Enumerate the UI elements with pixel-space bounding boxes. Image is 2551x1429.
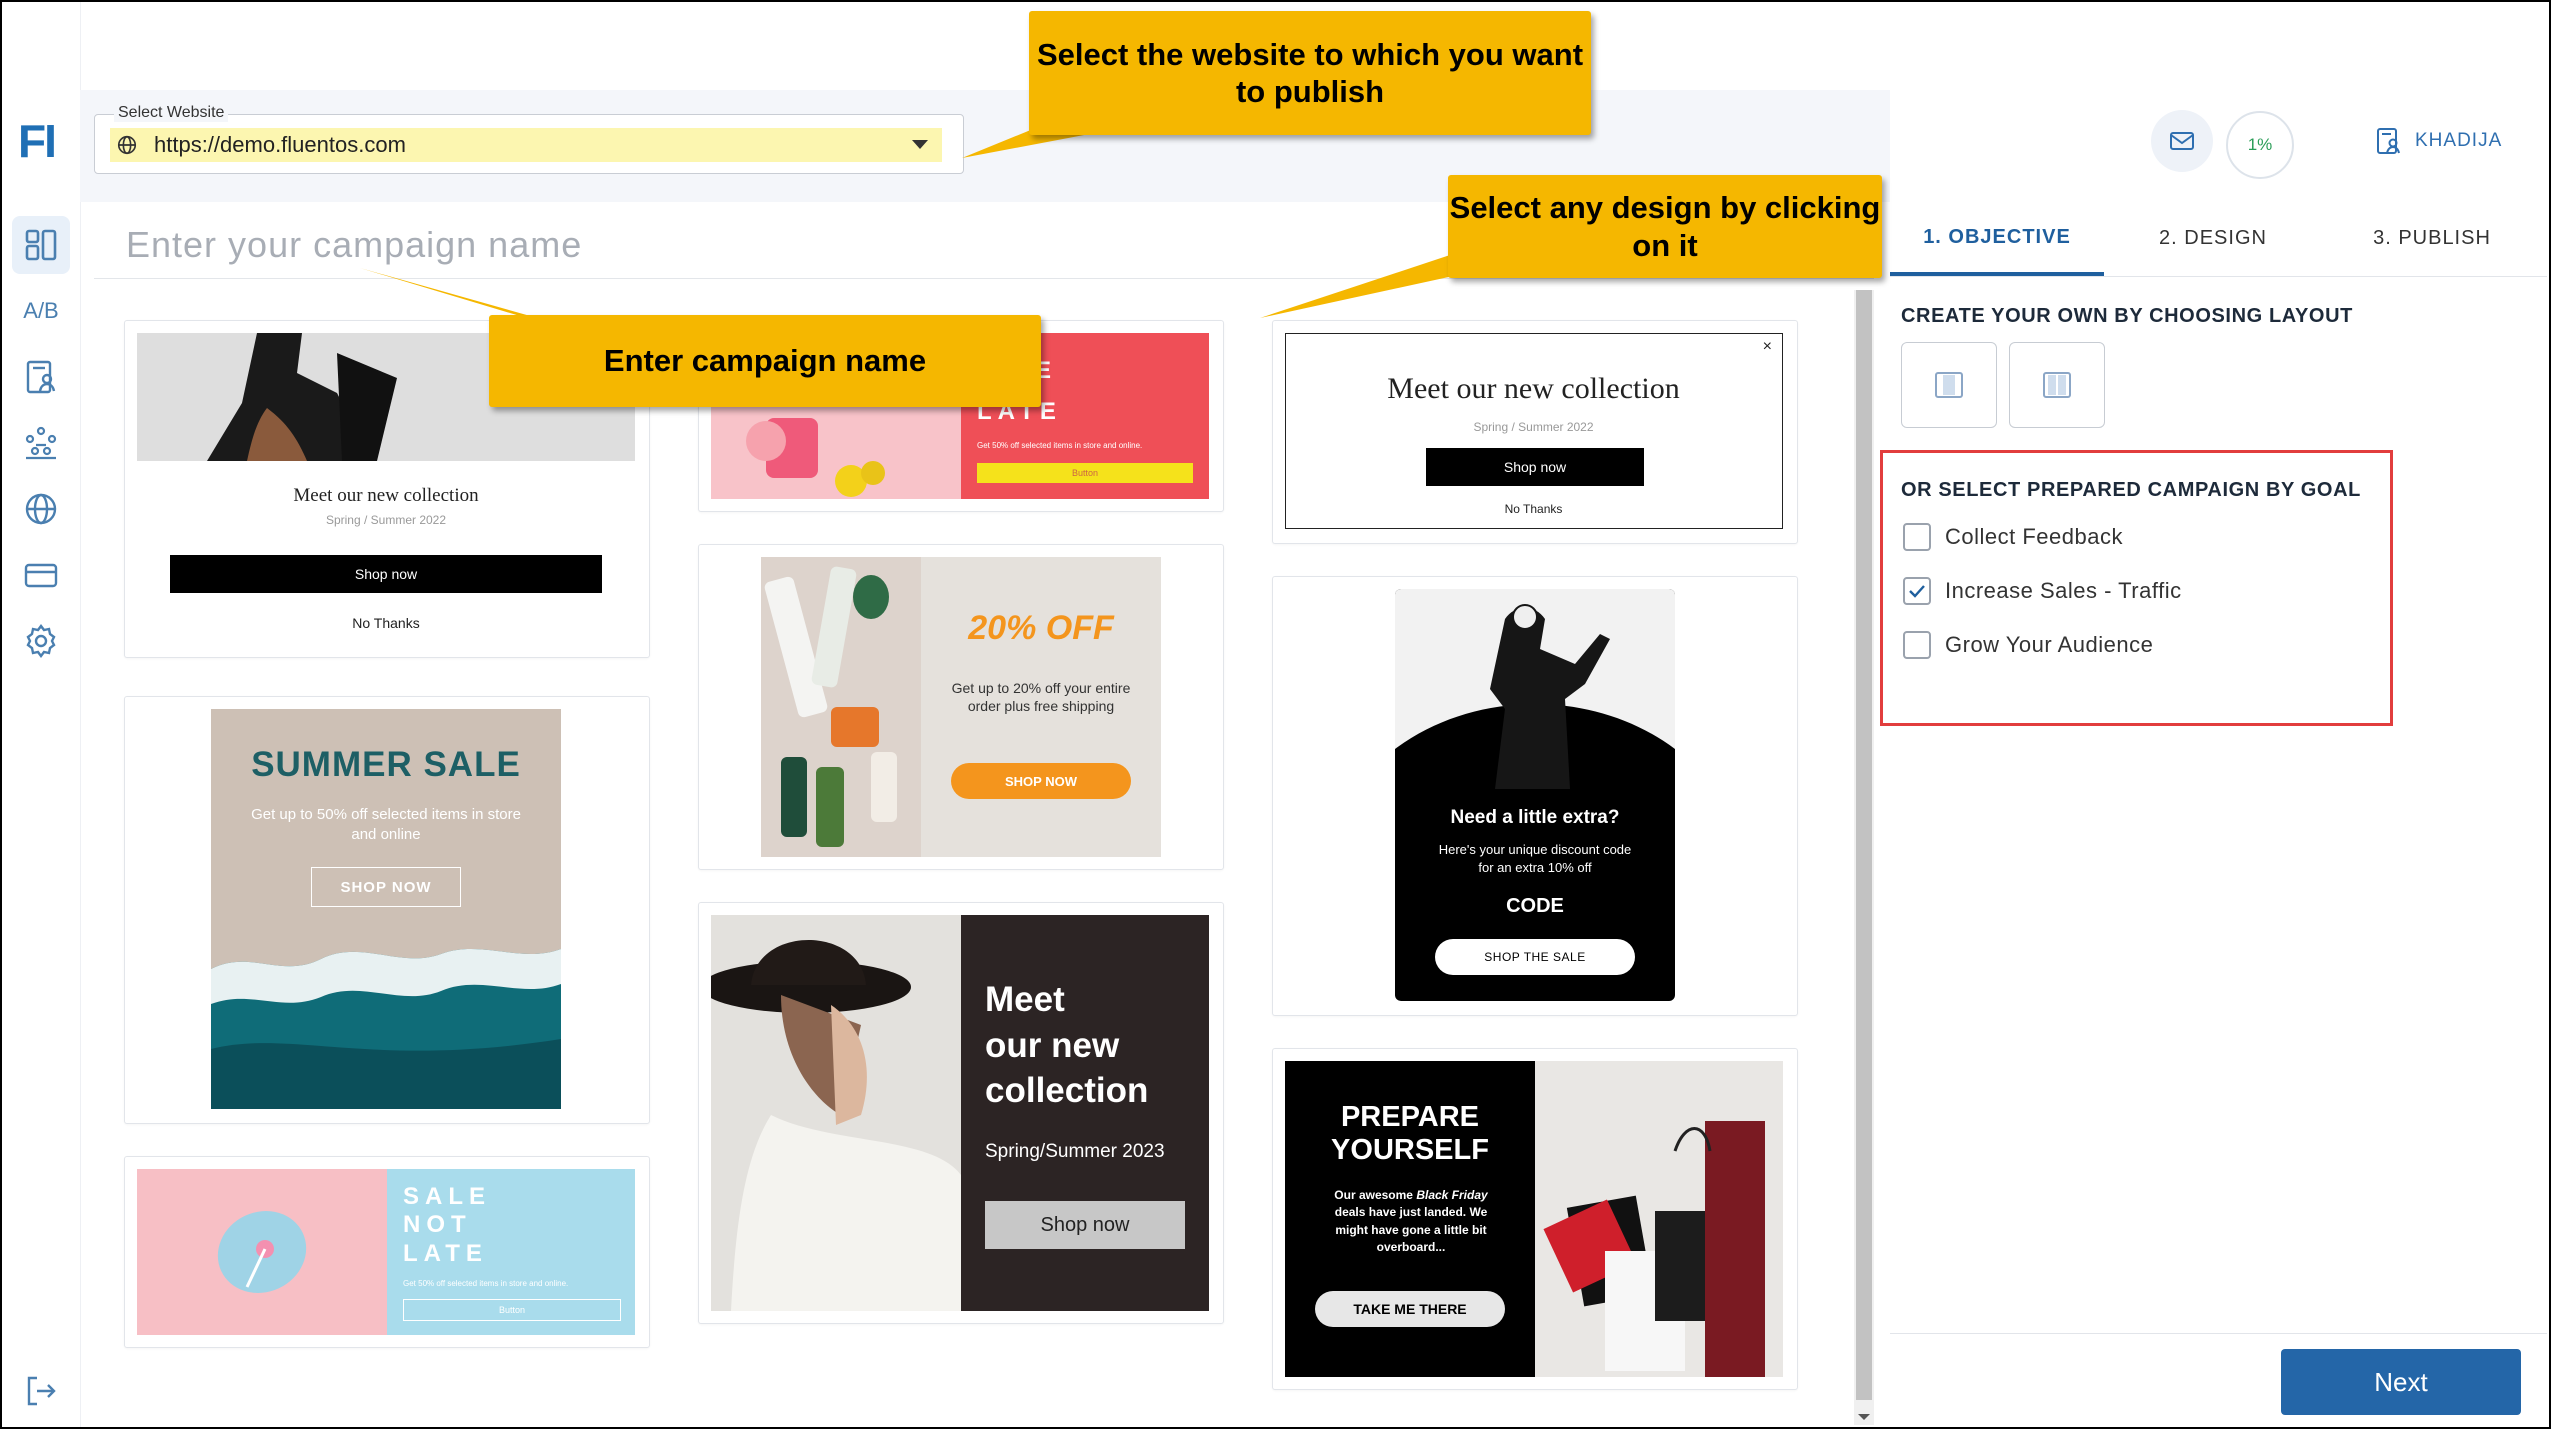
callout-website: Select the website to which you want to … [1029, 11, 1591, 135]
callout-campaign-name: Enter campaign name [489, 315, 1041, 407]
callout-pointers [360, 118, 1490, 330]
callout-design: Select any design by clicking on it [1448, 175, 1882, 278]
